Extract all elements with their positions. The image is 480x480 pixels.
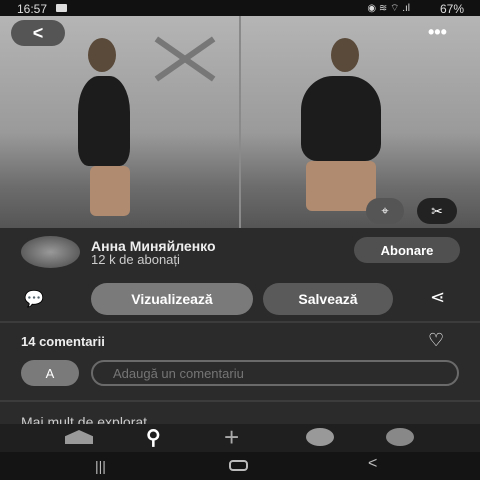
legs <box>90 166 130 216</box>
home-icon[interactable] <box>65 430 93 444</box>
comment-count: 14 comentarii <box>21 334 105 349</box>
photo-right <box>241 16 480 228</box>
head <box>331 38 359 72</box>
messages-icon[interactable] <box>306 428 334 446</box>
image-icon <box>56 4 67 12</box>
divider <box>0 400 480 402</box>
user-avatar[interactable]: A <box>21 360 79 386</box>
follow-button[interactable]: Abonare <box>354 237 460 263</box>
signal-icon: ◉ ≋ ⌔ .ıl <box>367 3 410 14</box>
bottom-nav: ⚲ + <box>0 422 480 453</box>
scissors-icon: ✂ <box>431 202 443 219</box>
back-button[interactable]: < <box>11 20 65 46</box>
profile-icon[interactable] <box>386 428 414 446</box>
avatar[interactable] <box>21 236 80 268</box>
status-bar: 16:57 ◉ ≋ ⌔ .ıl 67% <box>0 0 480 16</box>
more-options-icon[interactable]: ••• <box>428 22 447 43</box>
share-icon[interactable]: ⋖ <box>430 287 445 308</box>
figure <box>301 76 381 161</box>
pin-image[interactable]: < ••• ⌖ ✂ <box>0 16 480 228</box>
comment-input[interactable] <box>91 360 459 386</box>
home-button-icon[interactable] <box>229 460 248 471</box>
divider <box>0 321 480 323</box>
back-nav-icon[interactable]: < <box>368 455 377 473</box>
battery-level: 67% <box>439 2 464 16</box>
visual-search-icon: ⌖ <box>381 203 389 218</box>
search-icon[interactable]: ⚲ <box>146 425 161 450</box>
legs <box>306 161 376 211</box>
visual-search-button[interactable]: ⌖ <box>366 198 404 224</box>
plus-icon[interactable]: + <box>224 422 239 453</box>
figure <box>78 76 130 166</box>
clock: 16:57 <box>17 2 48 16</box>
photo-left <box>0 16 239 228</box>
head <box>88 38 116 72</box>
save-button[interactable]: Salvează <box>263 283 393 315</box>
heart-icon[interactable]: ♡ <box>428 330 444 351</box>
scissors-button[interactable]: ✂ <box>417 198 457 224</box>
chevron-left-icon: < <box>32 22 44 43</box>
view-button[interactable]: Vizualizează <box>91 283 253 315</box>
recents-icon[interactable]: ||| <box>95 458 106 474</box>
follower-count: 12 k de abonați <box>91 252 180 267</box>
system-nav: ||| < <box>0 452 480 480</box>
creator-row: Анна Миняйленко 12 k de abonați Abonare <box>0 236 480 272</box>
comment-reaction-icon[interactable]: 💬 <box>24 289 44 309</box>
